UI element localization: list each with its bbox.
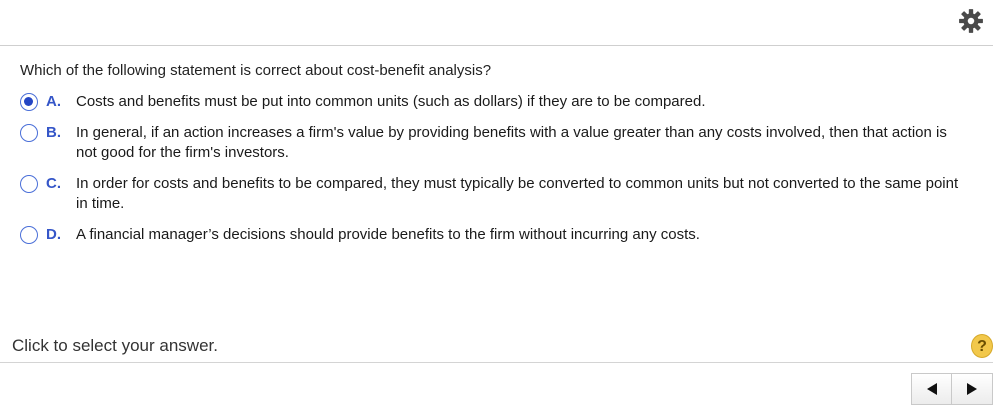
radio-button-b[interactable]: [20, 124, 38, 142]
radio-button-a[interactable]: [20, 93, 38, 111]
gear-icon[interactable]: [958, 8, 984, 34]
radio-button-c[interactable]: [20, 175, 38, 193]
option-b[interactable]: B. In general, if an action increases a …: [20, 123, 970, 163]
answer-options: A. Costs and benefits must be put into c…: [20, 92, 970, 245]
header-divider: [0, 45, 993, 46]
option-letter-b: B.: [46, 124, 61, 141]
option-text-c[interactable]: In order for costs and benefits to be co…: [76, 174, 970, 214]
help-button[interactable]: ?: [971, 334, 993, 358]
option-a[interactable]: A. Costs and benefits must be put into c…: [20, 92, 970, 112]
previous-button[interactable]: [911, 373, 952, 405]
radio-button-d[interactable]: [20, 226, 38, 244]
triangle-right-icon: [967, 383, 977, 395]
navigation-buttons: [911, 373, 993, 405]
question-page: Which of the following statement is corr…: [0, 0, 993, 409]
triangle-left-icon: [926, 383, 937, 395]
option-d[interactable]: D. A financial manager’s decisions shoul…: [20, 225, 970, 245]
option-c[interactable]: C. In order for costs and benefits to be…: [20, 174, 970, 214]
footer-divider: [0, 362, 993, 363]
option-letter-c: C.: [46, 175, 61, 192]
option-text-a[interactable]: Costs and benefits must be put into comm…: [76, 92, 970, 112]
instruction-text: Click to select your answer.: [12, 336, 218, 355]
next-button[interactable]: [952, 373, 993, 405]
option-letter-a: A.: [46, 93, 61, 110]
option-text-d[interactable]: A financial manager’s decisions should p…: [76, 225, 970, 245]
option-text-b[interactable]: In general, if an action increases a fir…: [76, 123, 970, 163]
option-letter-d: D.: [46, 226, 61, 243]
question-text: Which of the following statement is corr…: [20, 62, 492, 79]
